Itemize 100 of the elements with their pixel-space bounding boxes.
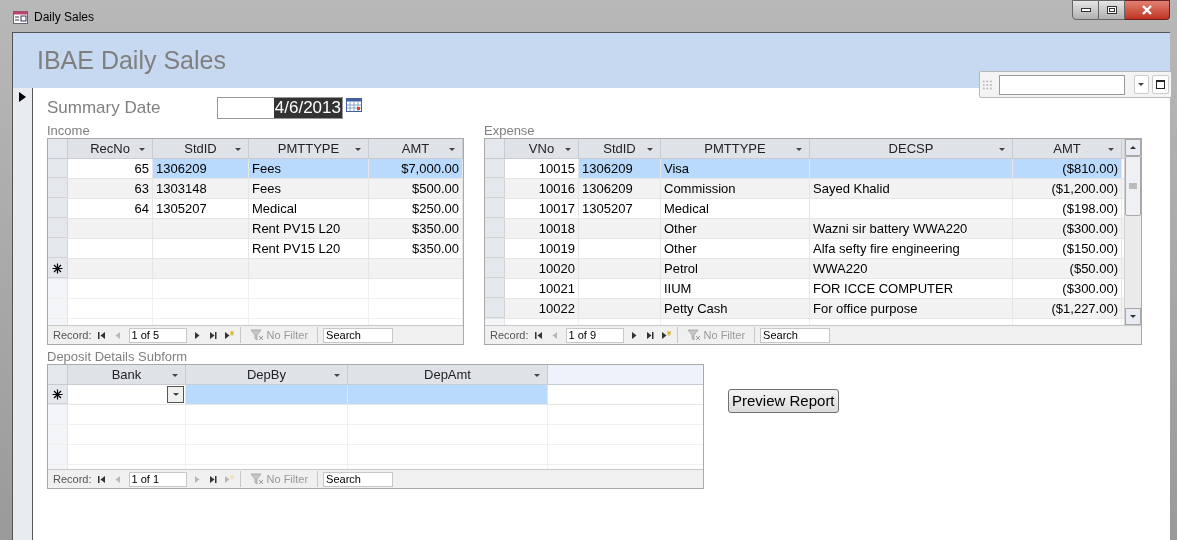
section-label: Expense <box>484 123 536 138</box>
table-row[interactable]: 10022 Petty Cash For office purpose ($1,227.00) <box>485 299 1124 319</box>
table-cell: 1306209 <box>579 159 661 178</box>
new-record-icon[interactable] <box>223 329 235 341</box>
search-field[interactable]: Search <box>323 471 394 487</box>
first-record-icon[interactable] <box>533 329 545 341</box>
dropdown-caret-icon[interactable] <box>1137 82 1146 87</box>
close-button[interactable] <box>1125 0 1170 20</box>
column-header[interactable]: DepBy <box>186 365 348 384</box>
dropdown-caret-icon[interactable] <box>998 147 1006 152</box>
first-record-icon[interactable] <box>96 329 108 341</box>
last-record-icon[interactable] <box>207 473 219 485</box>
table-cell: Rent PV15 L20 <box>249 219 369 238</box>
table-cell: Fees <box>249 159 369 178</box>
scroll-up-button[interactable] <box>1125 139 1141 156</box>
dropdown-caret-icon[interactable] <box>171 373 179 378</box>
table-cell[interactable] <box>186 385 348 404</box>
calendar-icon[interactable] <box>346 98 362 112</box>
scrollbar[interactable] <box>1124 139 1141 325</box>
record-position-field[interactable]: 1 of 5 <box>128 327 187 343</box>
dropdown-caret-icon[interactable] <box>138 147 146 152</box>
table-cell: 10020 <box>505 259 579 278</box>
column-header[interactable]: StdID <box>153 139 249 158</box>
asterisk-icon <box>52 262 63 274</box>
table-row[interactable]: 10020 Petrol WWA220 ($50.00) <box>485 259 1124 279</box>
row-selector[interactable] <box>48 385 68 404</box>
form-icon <box>13 10 28 24</box>
table-cell: 1306209 <box>579 179 661 198</box>
section-label: Deposit Details Subform <box>47 349 189 364</box>
table-cell: 10022 <box>505 299 579 318</box>
first-record-icon[interactable] <box>96 473 108 485</box>
table-cell: Medical <box>661 199 810 218</box>
dropdown-caret-icon[interactable] <box>234 147 242 152</box>
table-cell: Other <box>661 239 810 258</box>
dropdown-caret-icon[interactable] <box>448 147 456 152</box>
table-cell: Other <box>661 219 810 238</box>
table-cell: $250.00 <box>369 199 463 218</box>
table-row[interactable]: 65 1306209 Fees $7,000.00 <box>48 159 463 179</box>
column-header[interactable]: AMT <box>369 139 463 158</box>
search-field[interactable]: Search <box>323 327 394 343</box>
record-label: Record: <box>53 327 92 343</box>
scroll-down-button[interactable] <box>1125 308 1141 325</box>
scroll-thumb[interactable] <box>1125 156 1141 216</box>
record-selector-bar[interactable] <box>13 88 33 540</box>
table-row[interactable]: 10019 Other Alfa sefty fire engineering ($150.00) <box>485 239 1124 259</box>
maximize-button[interactable] <box>1151 75 1169 94</box>
restore-button[interactable] <box>1099 0 1125 20</box>
record-position-field[interactable]: 1 of 9 <box>565 327 624 343</box>
search-field[interactable]: Search <box>760 327 831 343</box>
table-cell: ($1,227.00) <box>1013 299 1122 318</box>
column-header[interactable]: PMTTYPE <box>249 139 369 158</box>
filter-icon <box>249 473 264 485</box>
column-header[interactable]: AMT <box>1013 139 1122 158</box>
table-cell: ($198.00) <box>1013 199 1122 218</box>
table-cell[interactable] <box>348 385 548 404</box>
dropdown-caret-icon[interactable] <box>564 147 572 152</box>
column-header[interactable]: PMTTYPE <box>661 139 810 158</box>
table-row[interactable]: 63 1303148 Fees $500.00 <box>48 179 463 199</box>
table-row[interactable]: 10016 1306209 Commission Sayed Khalid ($1,200.00) <box>485 179 1124 199</box>
filter-icon <box>686 329 701 341</box>
toolbar-combo-field[interactable] <box>998 74 1125 95</box>
summary-date-field[interactable]: 4/6/2013 <box>217 97 343 119</box>
table-row[interactable]: 10015 1306209 Visa ($810.00) <box>485 159 1124 179</box>
table-cell: IIUM <box>661 279 810 298</box>
table-row[interactable]: Rent PV15 L20 $350.00 <box>48 219 463 239</box>
column-header[interactable]: RecNo <box>68 139 153 158</box>
table-cell: 10018 <box>505 219 579 238</box>
dropdown-caret-icon[interactable] <box>1107 147 1115 152</box>
up-arrow-icon <box>1129 145 1137 150</box>
preview-report-button[interactable]: Preview Report <box>728 389 839 413</box>
grip-icon[interactable] <box>982 78 993 91</box>
minimize-button[interactable] <box>1072 0 1099 20</box>
table-cell: Visa <box>661 159 810 178</box>
table-cell: Commission <box>661 179 810 198</box>
new-record-icon[interactable] <box>660 329 672 341</box>
table-row[interactable]: 10018 Other Wazni sir battery WWA220 ($300.00) <box>485 219 1124 239</box>
dropdown-caret-icon[interactable] <box>533 373 541 378</box>
dropdown-caret-icon[interactable] <box>354 147 362 152</box>
last-record-icon[interactable] <box>644 329 656 341</box>
column-header[interactable]: Bank <box>68 365 186 384</box>
column-header[interactable]: VNo <box>505 139 579 158</box>
column-header[interactable]: StdID <box>579 139 661 158</box>
dropdown-button[interactable] <box>167 386 184 403</box>
minimize-icon <box>1080 8 1091 12</box>
dropdown-caret-icon[interactable] <box>171 392 180 397</box>
dropdown-caret-icon[interactable] <box>646 147 654 152</box>
column-header[interactable]: DECSP <box>810 139 1013 158</box>
table-row[interactable]: 10017 1305207 Medical ($198.00) <box>485 199 1124 219</box>
table-cell: 64 <box>68 199 153 218</box>
dropdown-caret-icon[interactable] <box>333 373 341 378</box>
row-selector[interactable] <box>48 259 68 278</box>
table-row[interactable]: 10021 IIUM FOR ICCE COMPUTER ($300.00) <box>485 279 1124 299</box>
restore-icon <box>1106 6 1117 14</box>
table-cell: Alfa sefty fire engineering <box>810 239 1013 258</box>
table-row[interactable]: Rent PV15 L20 $350.00 <box>48 239 463 259</box>
dropdown-caret-icon[interactable] <box>795 147 803 152</box>
last-record-icon[interactable] <box>207 329 219 341</box>
table-row[interactable]: 64 1305207 Medical $250.00 <box>48 199 463 219</box>
record-position-field[interactable]: 1 of 1 <box>128 471 187 487</box>
summary-date-label: Summary Date <box>47 97 162 120</box>
